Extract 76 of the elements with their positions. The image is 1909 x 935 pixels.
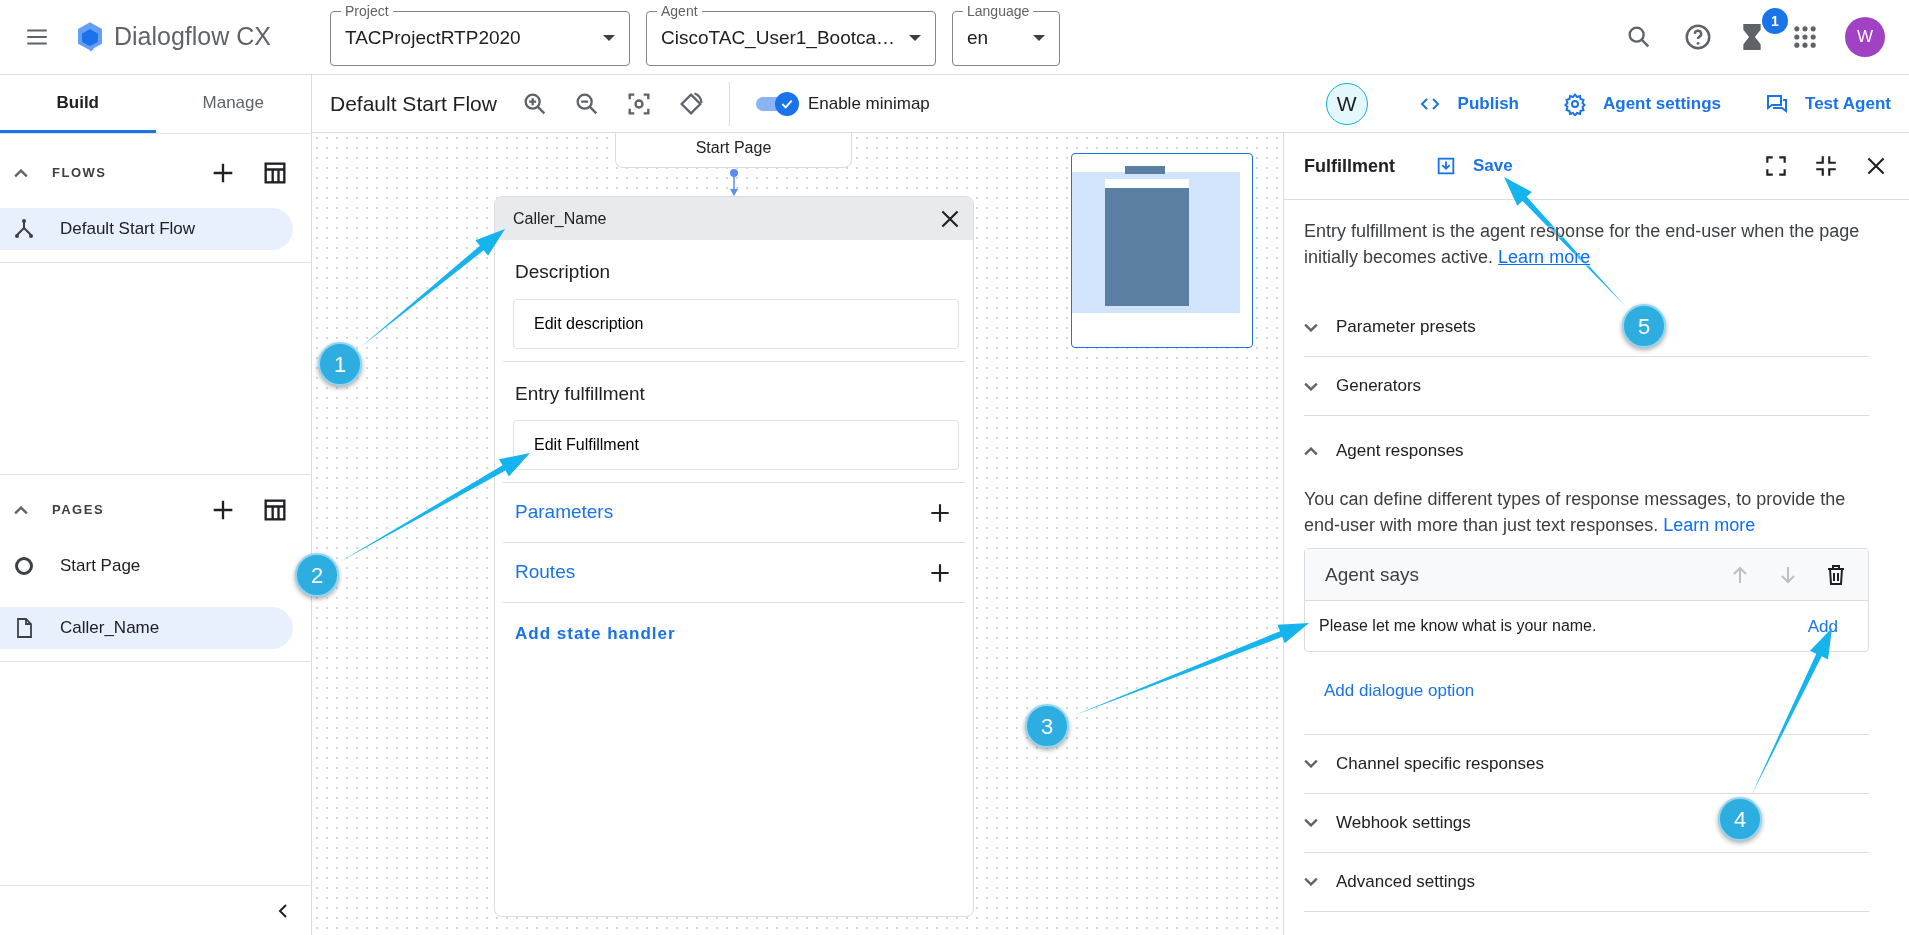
- item-label: Default Start Flow: [60, 218, 196, 241]
- section-title[interactable]: Agent responses: [1336, 438, 1464, 464]
- response-text: Please let me know what is your name.: [1319, 616, 1598, 637]
- app-title: Dialogflow CX: [114, 21, 271, 53]
- section-title[interactable]: Parameter presets: [1336, 314, 1476, 340]
- chevron-down-icon[interactable]: [1304, 322, 1318, 332]
- chevron-up-icon[interactable]: [1304, 446, 1318, 456]
- add-dialogue-option-link[interactable]: Add dialogue option: [1324, 678, 1475, 704]
- dropdown-field[interactable]: Language en: [952, 4, 1060, 66]
- notification-badge: 1: [1762, 8, 1788, 34]
- toolbar-button[interactable]: Publish: [1417, 90, 1519, 117]
- sidebar-item[interactable]: Start Page: [0, 545, 293, 587]
- section-description: You can define different types of response messages, to provide the end-user with more than just text responses. Learn more: [1304, 488, 1847, 538]
- section-label: Description: [514, 260, 612, 284]
- sidebar-item[interactable]: Caller_Name: [0, 607, 293, 649]
- flow-title: Default Start Flow: [330, 90, 497, 117]
- callout-number: 2: [295, 553, 339, 597]
- section-title[interactable]: Advanced settings: [1336, 869, 1475, 895]
- item-label: Start Page: [60, 555, 141, 578]
- field-value: CiscoTAC_User1_Bootca…: [661, 25, 897, 51]
- section-title[interactable]: Channel specific responses: [1336, 751, 1544, 777]
- chevron-down-icon[interactable]: [1304, 381, 1318, 391]
- chevron-down-icon[interactable]: [1304, 759, 1318, 769]
- dropdown-arrow-icon: [1033, 35, 1045, 41]
- chevron-down-icon[interactable]: [1304, 877, 1318, 887]
- chevron-up-icon[interactable]: [14, 505, 28, 515]
- sidebar-tab[interactable]: Build: [0, 75, 156, 133]
- edit-fulfillment-button[interactable]: Edit Fulfillment: [513, 420, 959, 470]
- section-label: Entry fulfillment: [514, 381, 646, 406]
- exit-fullscreen-icon[interactable]: [1813, 153, 1839, 179]
- avatar[interactable]: W: [1845, 17, 1885, 57]
- save-button[interactable]: Save: [1435, 153, 1513, 179]
- help-icon[interactable]: [1683, 22, 1713, 52]
- learn-more-link[interactable]: Learn more: [1663, 515, 1756, 536]
- settings-icon: [1563, 91, 1587, 116]
- field-label: Agent: [660, 4, 699, 18]
- collaborator-avatar: W: [1325, 82, 1368, 125]
- circle-icon: [12, 554, 36, 578]
- sidebar-item[interactable]: Default Start Flow: [0, 208, 293, 250]
- add-button[interactable]: Add: [1807, 613, 1838, 640]
- hourglass-icon[interactable]: [1743, 24, 1761, 50]
- section-title[interactable]: Generators: [1336, 373, 1422, 399]
- field-value: en: [967, 25, 990, 50]
- dropdown-field[interactable]: Project TACProjectRTP2020: [330, 4, 630, 66]
- fullscreen-icon[interactable]: [1763, 153, 1789, 179]
- section-link[interactable]: Parameters: [515, 498, 927, 527]
- check-icon: [780, 98, 793, 109]
- item-label: Caller_Name: [60, 617, 160, 640]
- edit-description-button[interactable]: Edit description: [513, 298, 959, 349]
- sidebar-tab[interactable]: Manage: [155, 75, 311, 133]
- callout-number: 5: [1622, 304, 1666, 348]
- toolbar-button[interactable]: Agent settings: [1563, 90, 1722, 117]
- field-label: Project: [344, 4, 390, 18]
- dropdown-arrow-icon: [909, 35, 921, 41]
- chevron-down-icon[interactable]: [1304, 818, 1318, 828]
- toggle-label: Enable minimap: [807, 92, 930, 115]
- node-title: Caller_Name: [513, 208, 608, 229]
- dropdown-field[interactable]: Agent CiscoTAC_User1_Bootca…: [646, 4, 936, 66]
- minimap-node: [1125, 166, 1165, 174]
- section-title: FLOWS: [52, 164, 107, 183]
- add-state-handler-link[interactable]: Add state handler: [515, 621, 676, 647]
- apps-grid-icon[interactable]: [1791, 23, 1819, 51]
- card-title: Agent says: [1325, 562, 1420, 587]
- dropdown-arrow-icon: [603, 35, 615, 41]
- field-value: TACProjectRTP2020: [345, 25, 522, 50]
- field-label: Language: [966, 4, 1031, 18]
- download-icon: [1435, 155, 1457, 177]
- flow-node: Start Page: [615, 133, 852, 168]
- section-title: PAGES: [52, 501, 105, 520]
- chevron-up-icon[interactable]: [14, 168, 28, 178]
- panel-title: Fulfillment: [1304, 154, 1395, 178]
- flow-icon: [12, 217, 36, 241]
- toolbar-button[interactable]: Test Agent: [1765, 90, 1891, 117]
- section-link[interactable]: Routes: [515, 558, 927, 587]
- section-title[interactable]: Webhook settings: [1336, 810, 1471, 836]
- callout-number: 4: [1718, 797, 1762, 841]
